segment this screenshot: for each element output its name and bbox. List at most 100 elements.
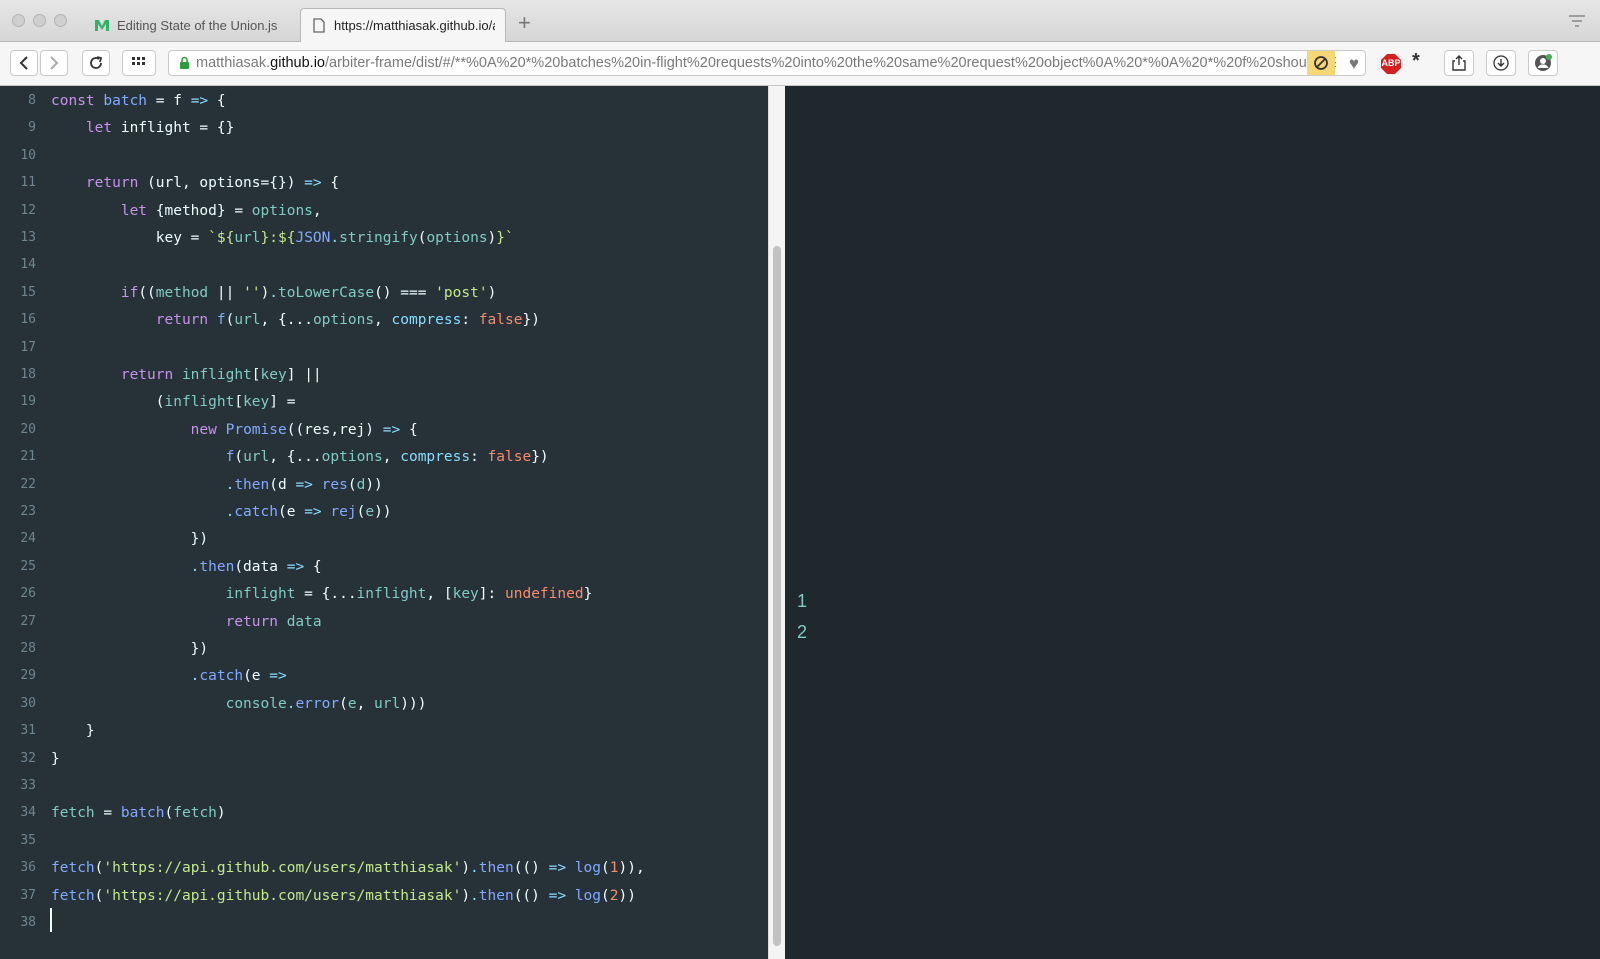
line-number: 12 <box>20 202 36 218</box>
code-token: () === <box>374 284 436 301</box>
medium-logo-icon <box>94 17 110 33</box>
code-token: , {... <box>260 312 313 329</box>
code-text: inflight = {...inflight, [key]: undefine… <box>51 580 593 608</box>
profile-extension-button[interactable] <box>1528 50 1558 76</box>
code-token: console <box>51 695 287 712</box>
code-token: options <box>426 230 488 246</box>
address-bar[interactable]: matthiasak.github.io/arbiter-frame/dist/… <box>168 50 1366 76</box>
code-token: then <box>478 860 514 877</box>
code-token: (url, options={}) <box>147 175 305 192</box>
line-number: 11 <box>20 175 36 191</box>
url-prefix: matthiasak. <box>196 55 271 71</box>
code-token: , <box>374 312 392 329</box>
code-token: url <box>234 312 261 329</box>
code-token: rej <box>330 504 357 520</box>
code-token: { <box>321 175 340 192</box>
forward-button[interactable] <box>40 50 68 76</box>
line-number: 25 <box>20 558 36 574</box>
downloads-button[interactable] <box>1486 50 1516 76</box>
code-text: } <box>51 745 60 773</box>
code-token: const <box>51 93 104 109</box>
line-number: 35 <box>20 832 36 848</box>
code-token: options <box>312 312 375 329</box>
back-button[interactable] <box>10 50 38 76</box>
code-token: options <box>251 202 313 219</box>
code-token: (( <box>138 284 156 301</box>
code-token: ] = <box>269 394 296 411</box>
extension-asterisk-button[interactable]: * <box>1412 50 1420 73</box>
code-text: let inflight = {} <box>51 114 234 142</box>
code-token: error <box>295 695 340 712</box>
code-token: ] || <box>286 367 322 383</box>
editor-scrollbar[interactable] <box>768 86 785 959</box>
code-token: then <box>478 887 514 904</box>
line-number: 16 <box>20 312 36 328</box>
code-token: options <box>321 449 383 466</box>
reload-icon <box>90 56 103 69</box>
code-token: false <box>478 312 523 329</box>
code-token: = f <box>147 93 191 109</box>
code-token: . <box>269 284 279 301</box>
code-token: ( <box>164 805 174 822</box>
reload-button[interactable] <box>82 50 110 76</box>
tab-arbiter-frame[interactable]: https://matthiasak.github.io/a <box>300 8 506 42</box>
code-token: => <box>304 504 322 520</box>
code-editor[interactable]: 8 const batch = f => {9 let inflight = {}… <box>0 86 785 959</box>
line-number: 18 <box>20 367 36 382</box>
line-number: 14 <box>20 257 36 273</box>
code-text: console.error(e, url))) <box>51 690 427 718</box>
code-token: 2 <box>609 887 619 904</box>
share-button[interactable] <box>1444 50 1474 76</box>
code-token: => <box>286 558 305 575</box>
code-token: then <box>234 476 270 493</box>
code-token: key <box>243 394 270 411</box>
line-number: 36 <box>20 860 36 876</box>
line-number: 9 <box>28 120 36 136</box>
code-token: { <box>208 93 226 109</box>
code-token: key <box>260 367 287 383</box>
code-token: inflight = {} <box>120 120 235 137</box>
url-path: /arbiter-frame/dist/#/**%0A%20*%20batche… <box>324 55 1336 71</box>
new-tab-button[interactable]: + <box>518 12 531 34</box>
line-number: 22 <box>20 476 36 492</box>
code-token: => <box>295 476 313 493</box>
code-token: f <box>51 449 235 466</box>
code-token: fetch <box>51 887 95 904</box>
code-token: inflight <box>164 394 235 411</box>
download-icon <box>1493 55 1509 71</box>
close-window-button[interactable] <box>12 14 25 27</box>
code-token: } <box>583 586 593 603</box>
code-token: ( <box>234 449 244 466</box>
line-number: 24 <box>20 531 36 547</box>
tab-label: Editing State of the Union.js <box>117 17 278 33</box>
lock-icon <box>179 56 190 70</box>
code-token: } <box>51 723 95 740</box>
code-token: ((res,rej) <box>286 421 383 438</box>
content-blocker-icon[interactable] <box>1307 51 1335 75</box>
code-token: stringify <box>339 230 418 246</box>
code-token: return <box>51 613 287 630</box>
adblock-plus-button[interactable]: ABP <box>1380 53 1402 75</box>
top-sites-button[interactable] <box>122 50 156 76</box>
code-token: [ <box>234 394 244 411</box>
code-token: ) <box>487 284 497 301</box>
tab-editing-state-of-union[interactable]: Editing State of the Union.js <box>84 8 298 42</box>
code-token: false <box>487 449 532 466</box>
code-token: return <box>51 367 182 383</box>
tab-overview-icon[interactable] <box>1568 14 1586 33</box>
minimize-window-button[interactable] <box>33 14 46 27</box>
code-token: )) <box>374 504 392 520</box>
code-token: log <box>574 887 602 904</box>
heart-icon[interactable]: ♥ <box>1349 54 1359 74</box>
code-token: [ <box>251 367 261 383</box>
zoom-window-button[interactable] <box>54 14 67 27</box>
code-token: { <box>304 558 322 575</box>
code-token: url <box>243 449 270 466</box>
code-token: : <box>461 312 479 329</box>
code-token: (e <box>243 668 270 685</box>
scrollbar-thumb[interactable] <box>773 246 781 946</box>
tab-label: https://matthiasak.github.io/a <box>334 18 495 33</box>
line-number: 38 <box>20 915 36 930</box>
user-icon <box>1535 54 1552 71</box>
